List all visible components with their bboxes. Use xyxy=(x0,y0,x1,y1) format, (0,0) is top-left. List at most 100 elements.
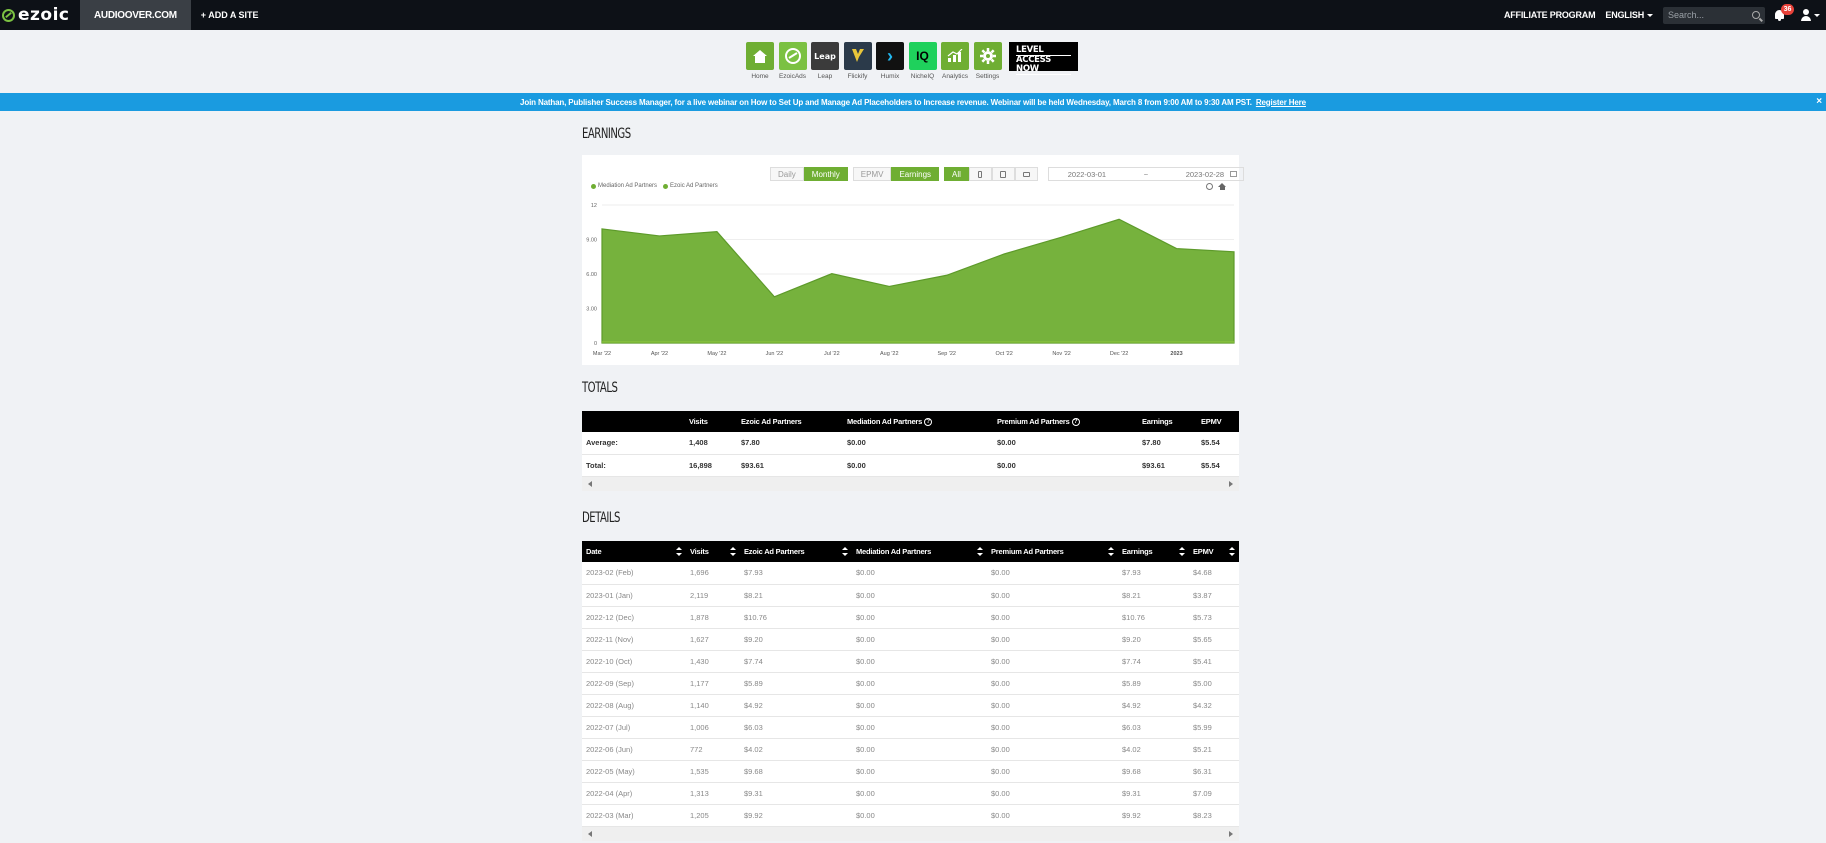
app-label: Home xyxy=(751,73,769,80)
search-box xyxy=(1663,6,1765,24)
area-ezoic-ad-partners xyxy=(601,218,1235,344)
column-header-label: Visits xyxy=(689,417,708,426)
column-header[interactable]: Date xyxy=(582,541,686,562)
table-cell: $5.89 xyxy=(1118,672,1189,695)
sort-icon[interactable] xyxy=(676,547,682,556)
app-home[interactable]: Home xyxy=(744,42,776,80)
table-cell: $7.93 xyxy=(740,562,852,585)
table-cell: $5.41 xyxy=(1189,650,1239,673)
table-cell: $5.73 xyxy=(1189,606,1239,629)
scroll-right-icon[interactable] xyxy=(1229,480,1233,487)
table-cell: $9.20 xyxy=(740,628,852,651)
column-header[interactable]: Mediation Ad Partners xyxy=(852,541,987,562)
level-access-banner[interactable]: LEVEL ACCESS NOW xyxy=(1009,42,1078,75)
column-header: Premium Ad Partners? xyxy=(993,411,1138,432)
table-cell: $93.61 xyxy=(737,454,843,477)
y-tick-label: 12 xyxy=(591,203,597,209)
x-tick-label: Mar '22 xyxy=(593,351,611,357)
table-cell: 1,313 xyxy=(686,782,740,805)
user-icon xyxy=(1801,9,1811,21)
table-cell: $0.00 xyxy=(987,782,1118,805)
x-tick-label: 2023 xyxy=(1170,351,1182,357)
table-cell: 772 xyxy=(686,738,740,761)
column-header[interactable]: Earnings xyxy=(1118,541,1189,562)
table-row: 2023-01 (Jan) 2,119 $8.21 $0.00 $0.00 $8.21 $3… xyxy=(582,584,1239,607)
table-cell: $0.00 xyxy=(987,584,1118,607)
sort-icon[interactable] xyxy=(842,547,848,556)
search-icon[interactable] xyxy=(1752,11,1760,19)
x-tick-label: Aug '22 xyxy=(880,351,898,357)
table-cell: 2022-11 (Nov) xyxy=(582,628,686,651)
app-label: Leap xyxy=(817,73,833,80)
table-cell: $5.54 xyxy=(1197,454,1239,477)
column-header[interactable]: Ezoic Ad Partners xyxy=(740,541,852,562)
app-label: Analytics xyxy=(941,73,968,80)
close-icon[interactable]: × xyxy=(1816,96,1822,107)
sort-icon[interactable] xyxy=(977,547,983,556)
x-tick-label: Nov '22 xyxy=(1052,351,1070,357)
table-cell: $8.23 xyxy=(1189,804,1239,827)
table-cell: $8.21 xyxy=(1118,584,1189,607)
table-cell: 2022-12 (Dec) xyxy=(582,606,686,629)
y-tick-label: 9.00 xyxy=(586,238,597,244)
totals-scrollbar[interactable] xyxy=(582,476,1239,491)
table-cell: $4.02 xyxy=(1118,738,1189,761)
language-dropdown[interactable]: ENGLISH xyxy=(1605,10,1653,20)
table-cell: $8.21 xyxy=(740,584,852,607)
sort-icon[interactable] xyxy=(1229,547,1235,556)
table-row: Average: 1,408 $7.80 $0.00 $0.00 $7.80 $5.54 xyxy=(582,432,1239,455)
leap-icon: Leap xyxy=(811,42,839,70)
help-icon[interactable]: ? xyxy=(1071,418,1080,426)
column-header[interactable]: Premium Ad Partners xyxy=(987,541,1118,562)
affiliate-program-link[interactable]: AFFILIATE PROGRAM xyxy=(1504,10,1596,20)
table-cell: $0.00 xyxy=(852,672,987,695)
table-cell: $9.68 xyxy=(1118,760,1189,783)
help-icon[interactable]: ? xyxy=(924,418,933,426)
details-scrollbar[interactable] xyxy=(582,826,1239,841)
scroll-left-icon[interactable] xyxy=(588,830,592,837)
notifications-button[interactable]: 36 xyxy=(1773,4,1794,22)
table-cell: 1,205 xyxy=(686,804,740,827)
table-row: Total: 16,898 $93.61 $0.00 $0.00 $93.61 $5.54 xyxy=(582,454,1239,477)
table-cell: $0.00 xyxy=(852,782,987,805)
app-leap[interactable]: Leap Leap xyxy=(809,42,841,80)
table-cell: 2023-01 (Jan) xyxy=(582,584,686,607)
column-header[interactable]: Visits xyxy=(686,541,740,562)
app-nicheiq[interactable]: IQ NicheIQ xyxy=(907,42,939,80)
table-cell: Total: xyxy=(582,454,685,477)
search-input[interactable] xyxy=(1668,10,1748,20)
sort-icon[interactable] xyxy=(730,547,736,556)
column-header[interactable]: EPMV xyxy=(1189,541,1239,562)
table-cell: $0.00 xyxy=(852,628,987,651)
column-header: Visits xyxy=(685,411,737,432)
sort-icon[interactable] xyxy=(1179,547,1185,556)
scroll-right-icon[interactable] xyxy=(1229,830,1233,837)
user-menu[interactable] xyxy=(1801,9,1820,21)
ezoic-logo[interactable]: ezoic xyxy=(0,0,80,30)
app-ezoicads[interactable]: EzoicAds xyxy=(777,42,809,80)
x-tick-label: Oct '22 xyxy=(996,351,1013,357)
add-site-link[interactable]: + ADD A SITE xyxy=(201,10,259,20)
app-label: EzoicAds xyxy=(778,73,807,80)
app-settings[interactable]: Settings xyxy=(972,42,1004,80)
app-flickify[interactable]: Flickify xyxy=(842,42,874,80)
table-cell: $7.93 xyxy=(1118,562,1189,585)
earnings-chart-card: Daily Monthly EPMV Earnings All 2022-03-… xyxy=(582,155,1244,365)
table-cell: $4.68 xyxy=(1189,562,1239,585)
scroll-left-icon[interactable] xyxy=(588,480,592,487)
table-cell: $10.76 xyxy=(740,606,852,629)
register-link[interactable]: Register Here xyxy=(1256,98,1306,107)
column-header-label: EPMV xyxy=(1193,547,1214,556)
analytics-icon xyxy=(941,42,969,70)
table-cell: $0.00 xyxy=(987,606,1118,629)
app-humix[interactable]: › Humix xyxy=(874,42,906,80)
table-cell: $0.00 xyxy=(993,432,1138,455)
table-cell: 2023-02 (Feb) xyxy=(582,562,686,585)
site-selector[interactable]: AUDIOOVER.COM xyxy=(80,0,191,30)
table-cell: $9.92 xyxy=(1118,804,1189,827)
app-analytics[interactable]: Analytics xyxy=(939,42,971,80)
table-cell: 1,696 xyxy=(686,562,740,585)
table-cell: $0.00 xyxy=(987,562,1118,585)
sort-icon[interactable] xyxy=(1108,547,1114,556)
table-cell: 2,119 xyxy=(686,584,740,607)
